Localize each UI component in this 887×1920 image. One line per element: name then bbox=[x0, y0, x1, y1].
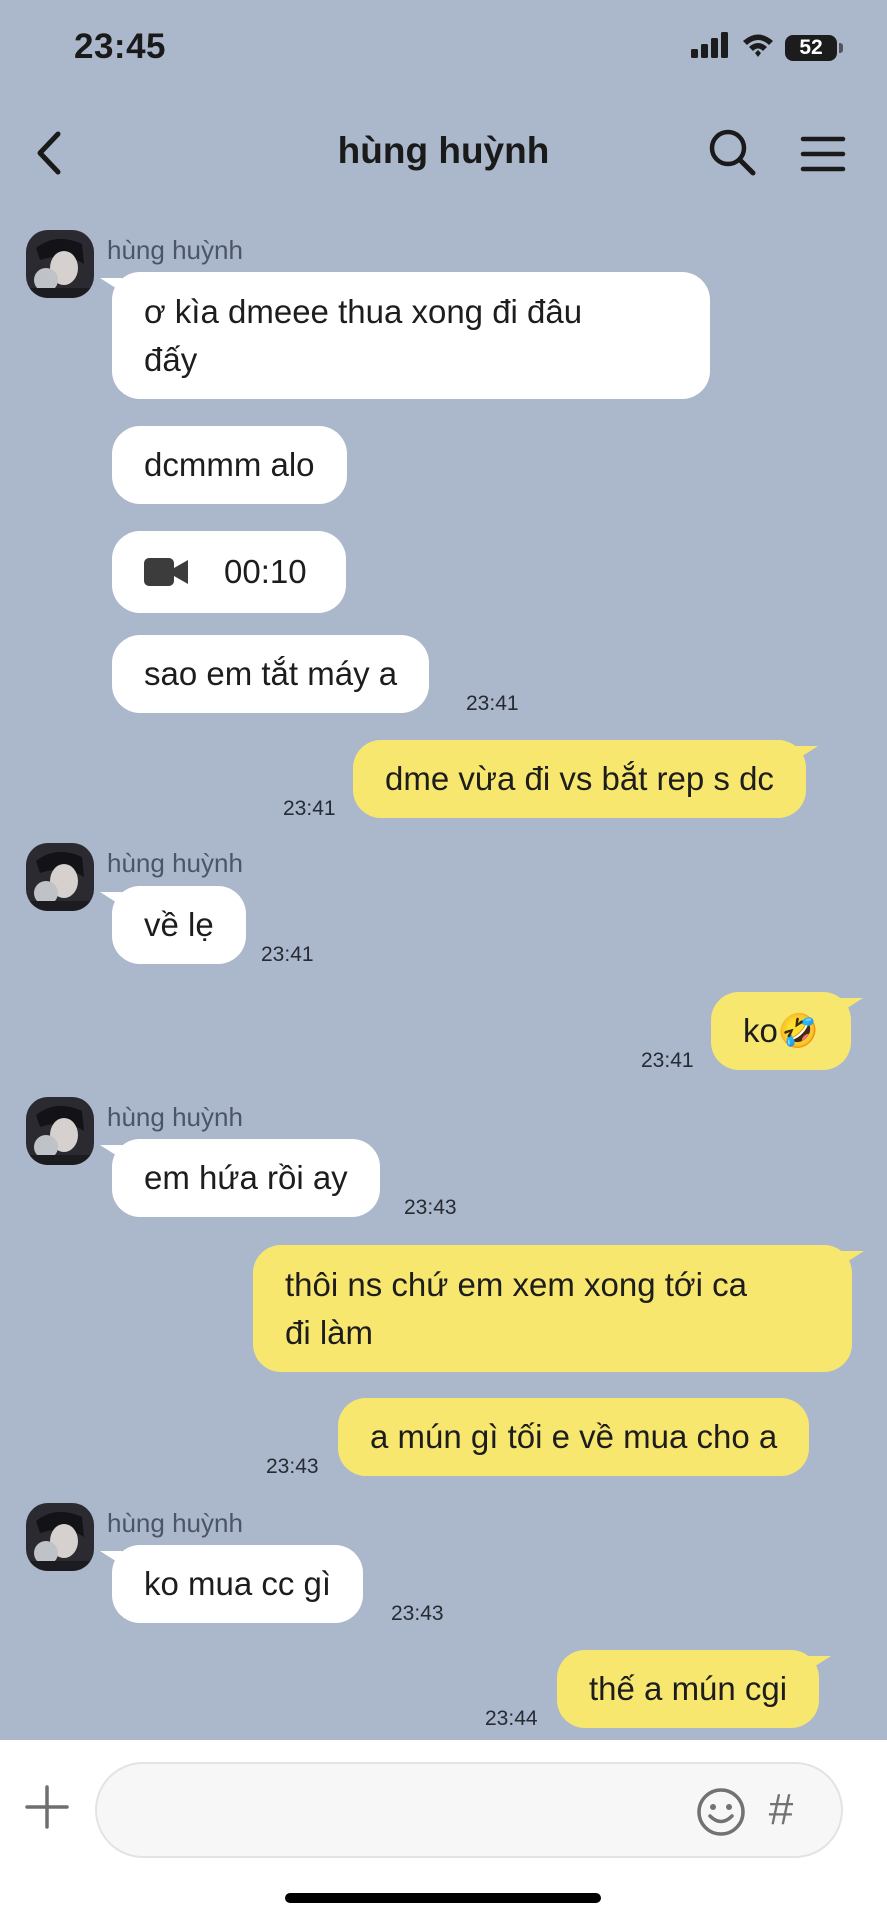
emoji-icon bbox=[697, 1788, 745, 1836]
message-bubble-incoming[interactable]: em hứa rồi ay bbox=[100, 1139, 380, 1217]
message-time: 23:43 bbox=[266, 1455, 319, 1478]
message-bubble-incoming[interactable]: sao em tắt máy a bbox=[112, 635, 430, 713]
avatar[interactable] bbox=[26, 230, 94, 298]
status-time: 23:45 bbox=[74, 27, 167, 66]
message-bubble-incoming[interactable]: về lẹ bbox=[100, 886, 246, 964]
battery-icon: 52 bbox=[785, 34, 843, 61]
message-text: đi làm bbox=[285, 1314, 374, 1351]
home-indicator bbox=[285, 1893, 601, 1903]
avatar[interactable] bbox=[26, 1503, 94, 1571]
message-bubble-incoming[interactable]: ơ kìa dmeee thua xong đi đâu đấy bbox=[100, 272, 710, 399]
wifi-icon bbox=[741, 32, 775, 63]
message-time: 23:41 bbox=[466, 692, 519, 715]
message-text: sao em tắt máy a bbox=[144, 655, 398, 692]
message-bubble-outgoing[interactable]: thế a mún cgi bbox=[557, 1650, 832, 1728]
sender-name: hùng huỳnh bbox=[107, 1102, 243, 1132]
attach-button[interactable] bbox=[22, 1782, 72, 1832]
message-bubble-outgoing[interactable]: thôi ns chứ em xem xong tới ca đi làm bbox=[253, 1245, 864, 1372]
video-call-bubble[interactable]: 00:10 bbox=[112, 531, 346, 613]
message-time: 23:43 bbox=[404, 1196, 457, 1219]
status-icons: 52 bbox=[691, 32, 843, 63]
message-bubble-incoming[interactable]: ko mua cc gì bbox=[99, 1545, 364, 1623]
call-duration: 00:10 bbox=[224, 553, 307, 590]
sender-name: hùng huỳnh bbox=[107, 848, 243, 878]
sender-name: hùng huỳnh bbox=[107, 235, 243, 265]
message-text: ko🤣 bbox=[743, 1012, 819, 1049]
message-text: ko mua cc gì bbox=[144, 1565, 332, 1602]
menu-button[interactable] bbox=[795, 126, 851, 182]
message-text: dme vừa đi vs bắt rep s dc bbox=[385, 760, 774, 797]
message-time: 23:41 bbox=[283, 797, 336, 820]
emoji-button[interactable] bbox=[695, 1786, 747, 1838]
message-bubble-outgoing[interactable]: ko🤣 bbox=[711, 992, 863, 1070]
cellular-signal-icon bbox=[691, 32, 731, 63]
avatar[interactable] bbox=[26, 843, 94, 911]
status-bar: 23:45 52 bbox=[0, 0, 887, 100]
composer-bar: # bbox=[0, 1740, 887, 1920]
search-icon bbox=[709, 129, 756, 176]
message-time: 23:43 bbox=[391, 1602, 444, 1625]
message-bubble-outgoing[interactable]: a mún gì tối e về mua cho a bbox=[338, 1398, 810, 1476]
hamburger-menu-icon bbox=[800, 136, 846, 172]
message-text: em hứa rồi ay bbox=[144, 1159, 348, 1196]
message-text: dcmmm alo bbox=[144, 446, 315, 483]
message-text: thế a mún cgi bbox=[589, 1670, 788, 1707]
message-text: thôi ns chứ em xem xong tới ca bbox=[285, 1266, 747, 1303]
search-button[interactable] bbox=[704, 124, 760, 180]
message-time: 23:41 bbox=[641, 1049, 694, 1072]
message-bubble-outgoing[interactable]: dme vừa đi vs bắt rep s dc bbox=[353, 740, 818, 818]
avatar[interactable] bbox=[26, 1097, 94, 1165]
hashtag-icon: # bbox=[768, 1785, 794, 1834]
message-bubble-incoming[interactable]: dcmmm alo bbox=[112, 426, 347, 504]
video-camera-icon bbox=[144, 558, 188, 586]
message-input[interactable] bbox=[127, 1784, 687, 1836]
hashtag-button[interactable]: # bbox=[755, 1782, 807, 1838]
message-text: ơ kìa dmeee thua xong đi đâu bbox=[144, 293, 583, 330]
sender-name: hùng huỳnh bbox=[107, 1508, 243, 1538]
message-text: đấy bbox=[144, 341, 198, 378]
chat-header: hùng huỳnh bbox=[0, 100, 887, 210]
message-text: a mún gì tối e về mua cho a bbox=[370, 1418, 778, 1455]
message-input-container: # bbox=[95, 1762, 843, 1858]
message-time: 23:44 bbox=[485, 1707, 538, 1730]
plus-icon bbox=[25, 1785, 69, 1829]
message-time: 23:41 bbox=[261, 943, 314, 966]
message-text: về lẹ bbox=[144, 906, 214, 943]
